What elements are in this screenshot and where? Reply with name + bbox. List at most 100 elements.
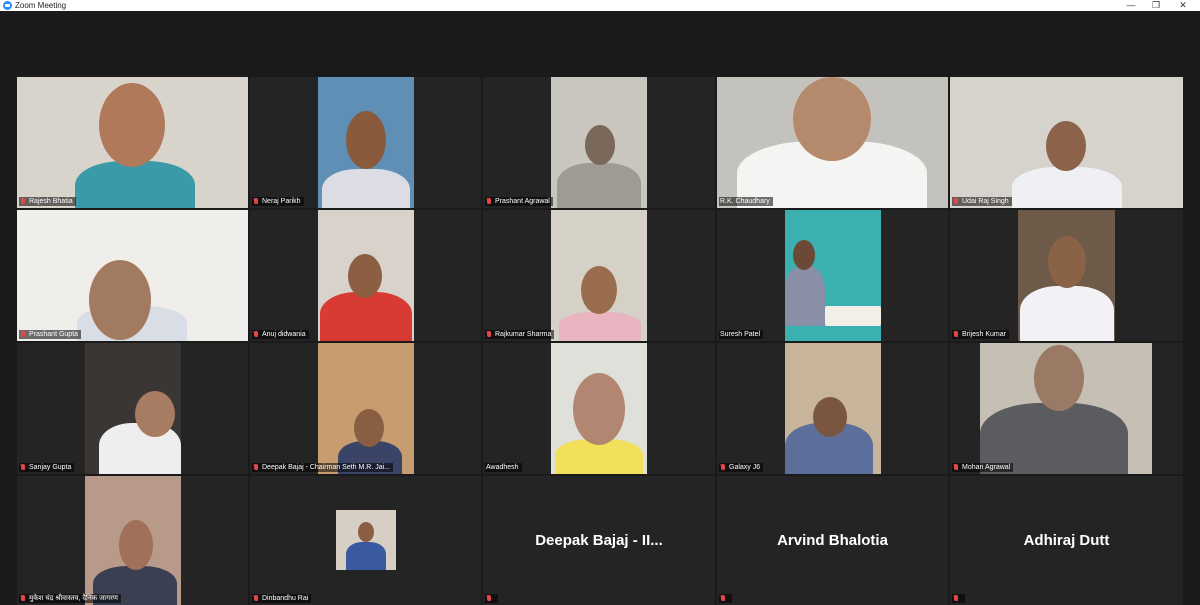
participant-tile[interactable]: Suresh Patel: [717, 210, 948, 341]
participant-name: Prashant Gupta: [29, 331, 79, 338]
mic-muted-icon: [720, 463, 726, 472]
participant-tile[interactable]: Neraj Parikh: [250, 77, 481, 208]
mic-muted-icon: [253, 330, 259, 339]
participant-name: Sanjay Gupta: [29, 464, 72, 471]
mic-muted-icon: [486, 594, 492, 603]
restore-icon[interactable]: ❐: [1145, 0, 1167, 11]
participant-name-tag: Deepak Bajaj - Chairman Seth M.R. Jai...: [252, 463, 393, 472]
participant-tile[interactable]: Rajesh Bhatia: [17, 77, 248, 208]
mic-muted-icon: [486, 197, 492, 206]
participant-video: [17, 77, 248, 208]
participant-video: [950, 77, 1183, 208]
participant-tile[interactable]: Awadhesh: [483, 343, 715, 474]
participant-tile[interactable]: मुकेश चंद्र श्रीवास्तव, दैनिक जागरण: [17, 476, 248, 605]
participant-display-name: Deepak Bajaj - II...: [535, 532, 663, 549]
participant-name: Suresh Patel: [720, 331, 761, 338]
participant-tile-video-off[interactable]: Deepak Bajaj - II...: [483, 476, 715, 605]
participant-tile[interactable]: Sanjay Gupta: [17, 343, 248, 474]
participant-name-tag: Rajkumar Sharma: [485, 330, 555, 339]
mic-muted-icon: [253, 463, 259, 472]
participant-video: [551, 77, 647, 208]
mic-muted-icon: [486, 330, 492, 339]
participant-name-tag: मुकेश चंद्र श्रीवास्तव, दैनिक जागरण: [19, 594, 121, 603]
mic-muted-icon: [720, 594, 726, 603]
participant-name-tag: Suresh Patel: [719, 330, 764, 339]
participant-display-name: Arvind Bhalotia: [777, 532, 888, 549]
close-icon[interactable]: ✕: [1172, 0, 1194, 11]
mic-muted-icon: [253, 197, 259, 206]
participant-video: [318, 343, 414, 474]
participant-tile-active-speaker[interactable]: R.K. Chaudhary: [717, 77, 948, 208]
participant-video: [1018, 210, 1115, 341]
participant-video: [980, 343, 1152, 474]
mic-muted-icon: [953, 330, 959, 339]
participant-name-tag: Prashant Gupta: [19, 330, 82, 339]
participant-name: Rajesh Bhatia: [29, 198, 73, 205]
participant-name: Dinbandhu Rai: [262, 595, 309, 602]
participant-name-tag: Prashant Agrawal: [485, 197, 553, 206]
participant-video: [318, 77, 414, 208]
participant-name-tag: [952, 594, 965, 603]
participant-name: Neraj Parikh: [262, 198, 301, 205]
zoom-logo-icon: [3, 1, 12, 10]
participant-name-tag: [485, 594, 498, 603]
participant-video: [785, 210, 881, 341]
participant-tile[interactable]: Anuj didwania: [250, 210, 481, 341]
participant-name-tag: Anuj didwania: [252, 330, 309, 339]
participant-name: Rajkumar Sharma: [495, 331, 552, 338]
mic-muted-icon: [20, 594, 26, 603]
window-title: Zoom Meeting: [15, 1, 67, 10]
participant-video: [85, 476, 181, 605]
participant-avatar-photo: [336, 510, 396, 570]
participant-name: मुकेश चंद्र श्रीवास्तव, दैनिक जागरण: [29, 595, 118, 602]
participant-tile[interactable]: Brijesh Kumar: [950, 210, 1183, 341]
mic-muted-icon: [953, 594, 959, 603]
participant-tile-video-off[interactable]: Arvind Bhalotia: [717, 476, 948, 605]
participant-tile[interactable]: Mohan Agrawal: [950, 343, 1183, 474]
participant-video: [17, 210, 248, 341]
participant-name-tag: Brijesh Kumar: [952, 330, 1009, 339]
participant-tile[interactable]: Dinbandhu Rai: [250, 476, 481, 605]
participant-name: Mohan Agrawal: [962, 464, 1011, 471]
mic-muted-icon: [253, 594, 259, 603]
mic-muted-icon: [953, 197, 959, 206]
participant-name-tag: Mohan Agrawal: [952, 463, 1014, 472]
participant-name: Deepak Bajaj - Chairman Seth M.R. Jai...: [262, 464, 390, 471]
participant-name-tag: Galaxy J6: [719, 463, 764, 472]
participant-tile[interactable]: Prashant Gupta: [17, 210, 248, 341]
participant-tile[interactable]: Galaxy J6: [717, 343, 948, 474]
participant-video: [717, 77, 948, 208]
participant-name: Anuj didwania: [262, 331, 306, 338]
participant-video: [551, 210, 647, 341]
participant-name: Galaxy J6: [729, 464, 761, 471]
gallery-grid: Rajesh Bhatia Neraj Parikh Prashant Agra…: [17, 77, 1183, 605]
participant-name-tag: R.K. Chaudhary: [719, 197, 773, 206]
mic-muted-icon: [20, 197, 26, 206]
participant-video: [318, 210, 414, 341]
title-bar: Zoom Meeting — ❐ ✕: [0, 0, 1200, 11]
participant-tile[interactable]: Udai Raj Singh: [950, 77, 1183, 208]
participant-tile[interactable]: Deepak Bajaj - Chairman Seth M.R. Jai...: [250, 343, 481, 474]
participant-tile[interactable]: Prashant Agrawal: [483, 77, 715, 208]
mic-muted-icon: [20, 463, 26, 472]
minimize-icon[interactable]: —: [1120, 0, 1142, 11]
participant-video: [85, 343, 181, 474]
participant-name-tag: Udai Raj Singh: [952, 197, 1012, 206]
mic-muted-icon: [20, 330, 26, 339]
participant-name: Brijesh Kumar: [962, 331, 1006, 338]
participant-tile-video-off[interactable]: Adhiraj Dutt: [950, 476, 1183, 605]
participant-video: [551, 343, 647, 474]
participant-name-tag: Awadhesh: [485, 463, 522, 472]
participant-name-tag: [719, 594, 732, 603]
mic-muted-icon: [953, 463, 959, 472]
participant-name-tag: Rajesh Bhatia: [19, 197, 76, 206]
participant-name-tag: Dinbandhu Rai: [252, 594, 312, 603]
participant-name: R.K. Chaudhary: [720, 198, 770, 205]
participant-name-tag: Sanjay Gupta: [19, 463, 75, 472]
participant-display-name: Adhiraj Dutt: [1023, 532, 1110, 549]
participant-name-tag: Neraj Parikh: [252, 197, 304, 206]
participant-name: Awadhesh: [486, 464, 519, 471]
participant-name: Udai Raj Singh: [962, 198, 1009, 205]
participant-video: [785, 343, 881, 474]
participant-tile[interactable]: Rajkumar Sharma: [483, 210, 715, 341]
